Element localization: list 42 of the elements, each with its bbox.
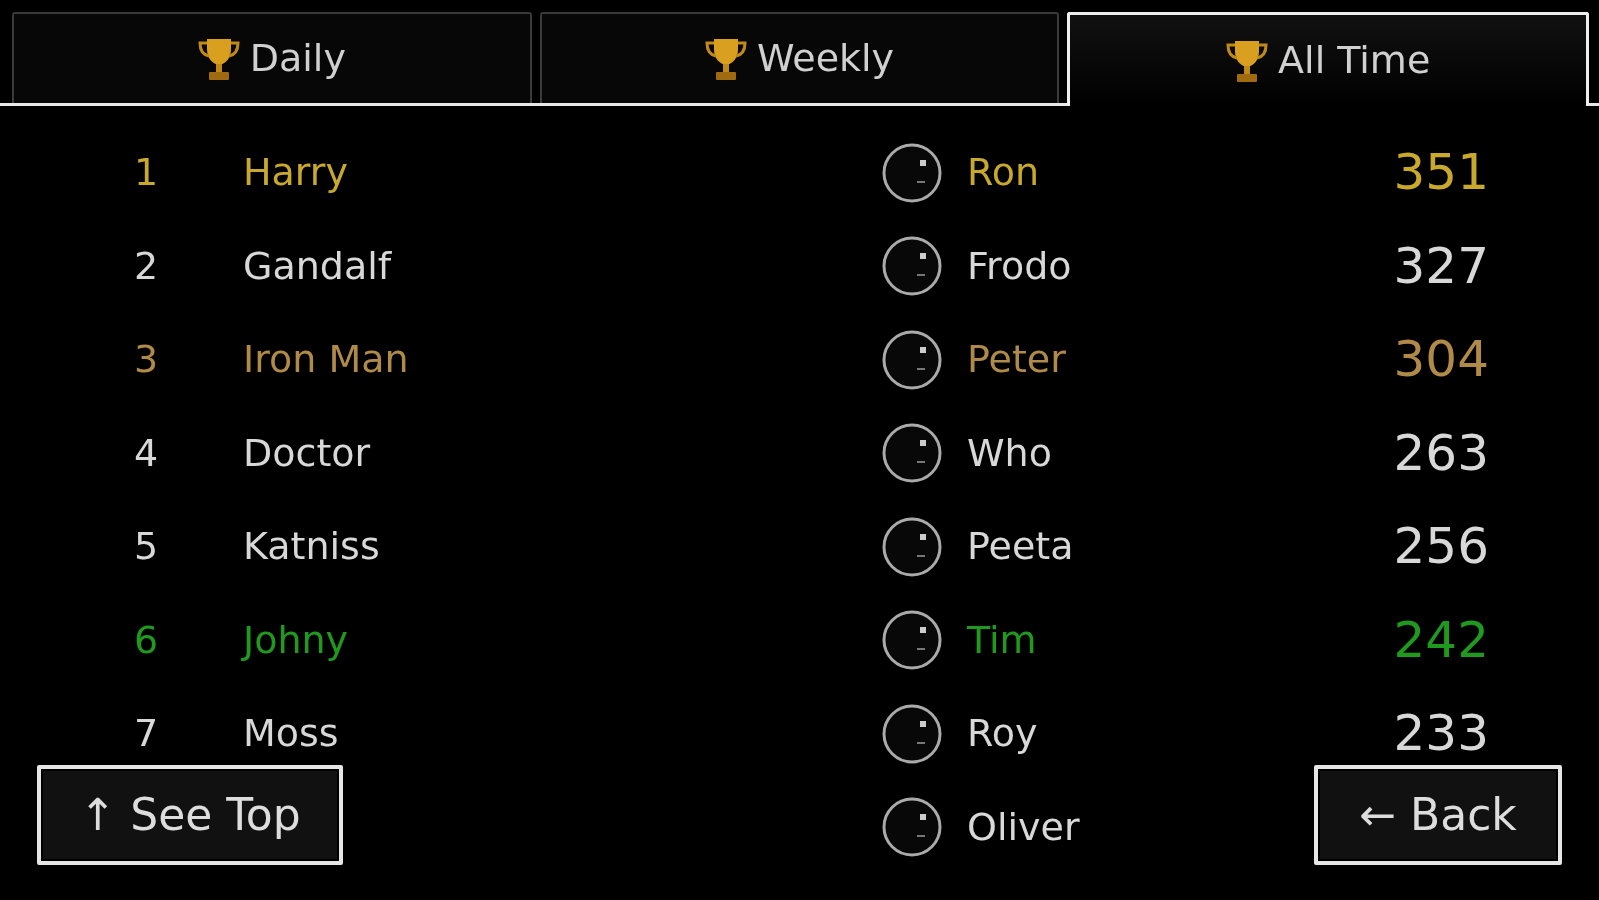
score: 263 — [1393, 422, 1489, 484]
score: 256 — [1393, 516, 1489, 578]
avatar-icon — [881, 515, 943, 578]
tab[interactable]: All Time — [1067, 12, 1589, 106]
player-name: Doctor — [243, 429, 371, 477]
rank-number: 2 — [133, 242, 159, 290]
avatar-icon — [881, 235, 943, 298]
player-name: Gandalf — [243, 242, 392, 290]
avatar-icon — [881, 328, 943, 391]
avatar-icon — [881, 422, 943, 485]
player-name: Peter — [967, 336, 1066, 384]
rank-number: 4 — [133, 429, 159, 477]
avatar-icon — [881, 141, 943, 204]
score: 233 — [1393, 703, 1489, 765]
player-name: Tim — [967, 616, 1037, 664]
player-name: Ron — [967, 149, 1040, 197]
rank-number: 3 — [133, 336, 159, 384]
player-name: Who — [967, 429, 1052, 477]
score: 351 — [1393, 142, 1489, 204]
tab[interactable]: Daily — [12, 12, 532, 103]
player-name: Katniss — [243, 523, 380, 571]
score: 327 — [1393, 235, 1489, 297]
avatar-icon — [881, 609, 943, 672]
rank-number: 6 — [133, 616, 159, 664]
see-top-button[interactable]: ↑ See Top — [37, 765, 343, 865]
player-name: Moss — [243, 710, 339, 758]
player-name: Johny — [243, 616, 349, 664]
rank-number: 5 — [133, 523, 159, 571]
rank-number: 7 — [133, 710, 159, 758]
player-name: Roy — [967, 710, 1038, 758]
avatar-icon — [881, 702, 943, 765]
score: 304 — [1393, 329, 1489, 391]
avatar-icon — [881, 796, 943, 859]
player-name: Iron Man — [243, 336, 409, 384]
tab[interactable]: Weekly — [539, 12, 1060, 103]
rank-number: 1 — [133, 149, 159, 197]
score: 242 — [1393, 609, 1489, 671]
player-name: Peeta — [967, 523, 1074, 571]
back-button[interactable]: ← Back — [1314, 765, 1562, 865]
player-name: Oliver — [967, 803, 1080, 851]
player-name: Harry — [243, 149, 348, 197]
player-name: Frodo — [967, 242, 1072, 290]
